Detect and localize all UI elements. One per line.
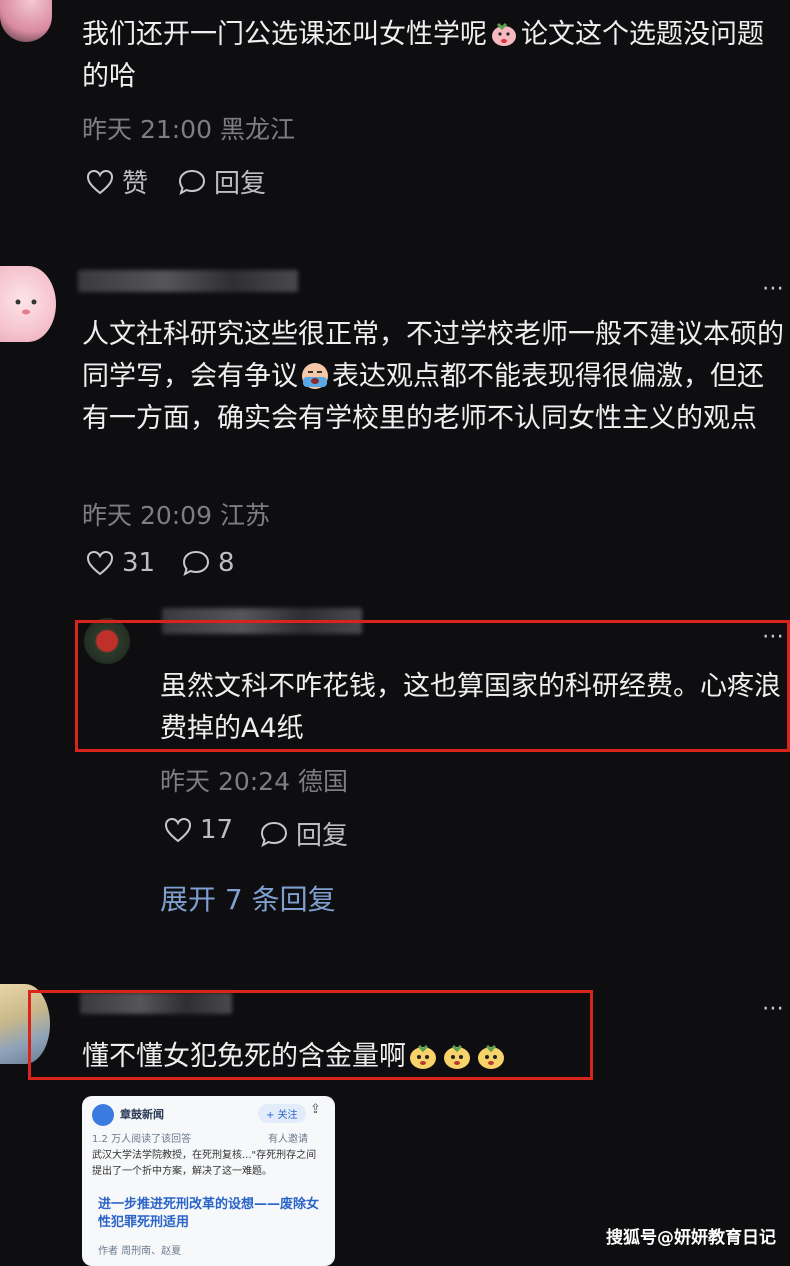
comment-bubble-icon — [178, 169, 206, 195]
reply-label: 回复 — [296, 821, 349, 851]
location: 黑龙江 — [219, 115, 295, 144]
like-label: 赞 — [122, 169, 149, 199]
emoji-icon — [408, 1040, 438, 1070]
share-icon[interactable]: ⇪ — [310, 1102, 321, 1117]
avatar[interactable] — [0, 266, 56, 342]
reply-label: 回复 — [214, 169, 267, 199]
avatar[interactable] — [0, 0, 52, 42]
attached-image[interactable]: 章鼓新闻 + 关注 ⇪ 1.2 万人阅读了该回答 有人邀请 武汉大学法学院教授，… — [82, 1096, 335, 1266]
comment-text: 虽然文科不咋花钱，这也算国家的科研经费。心疼浪费掉的A4纸 — [160, 671, 781, 744]
comment-meta: 昨天 20:24 德国 — [160, 762, 348, 798]
emoji-icon — [442, 1040, 472, 1070]
reply-button[interactable]: 8 — [182, 548, 235, 578]
location: 江苏 — [219, 501, 270, 530]
heart-icon — [164, 817, 192, 843]
emoji-icon — [476, 1040, 506, 1070]
card-source: 章鼓新闻 — [120, 1108, 164, 1121]
like-button[interactable]: 17 — [164, 815, 233, 845]
card-views: 1.2 万人阅读了该回答 — [92, 1134, 192, 1145]
more-icon[interactable]: ⋯ — [762, 276, 786, 301]
reply-count: 8 — [218, 548, 235, 578]
comment-text: 人文社科研究这些很正常，不过学校老师一般不建议本硕的同学写，会有争议 表达观点都不… — [82, 319, 784, 434]
card-headline: 进一步推进死刑改革的设想——废除女性犯罪死刑适用 — [98, 1197, 320, 1230]
source-logo-icon — [92, 1104, 114, 1126]
comment-text: 懂不懂女犯免死的含金量啊 — [82, 1036, 602, 1078]
comment-text: 我们还开一门公选课还叫女性学呢 论文这个选题没问题的哈 — [82, 18, 764, 92]
like-count: 17 — [200, 815, 234, 845]
like-button[interactable]: 赞 — [86, 163, 148, 200]
username-blurred[interactable] — [78, 270, 298, 292]
heart-icon — [86, 169, 114, 194]
like-count: 31 — [122, 548, 156, 578]
heart-icon — [86, 550, 114, 576]
comment-bubble-icon — [182, 550, 210, 576]
timestamp: 昨天 21:00 — [82, 115, 212, 144]
more-icon[interactable]: ⋯ — [762, 996, 786, 1021]
watermark: 搜狐号@妍妍教育日记 — [606, 1228, 776, 1248]
emoji-icon — [489, 18, 519, 48]
crying-emoji-icon — [300, 360, 330, 390]
comment-meta: 昨天 20:09 江苏 — [82, 496, 270, 532]
like-button[interactable]: 31 — [86, 548, 155, 578]
comment-bubble-icon — [260, 821, 288, 847]
follow-button[interactable]: + 关注 — [258, 1104, 306, 1123]
card-footer: 作者 周刑南、赵夏 — [98, 1246, 182, 1257]
timestamp: 昨天 20:09 — [82, 501, 212, 530]
reply-button[interactable]: 回复 — [178, 163, 266, 200]
reply-button[interactable]: 回复 — [260, 815, 348, 852]
timestamp: 昨天 20:24 — [160, 767, 290, 796]
expand-replies-link[interactable]: 展开 7 条回复 — [160, 878, 336, 918]
location: 德国 — [297, 767, 348, 796]
card-body: 武汉大学法学院教授，在死刑复核..."存死刑存之间提出了一个折中方案，解决了这一… — [92, 1150, 317, 1177]
comment-meta: 昨天 21:00 黑龙江 — [82, 110, 295, 146]
card-invite: 有人邀请 — [268, 1134, 308, 1145]
